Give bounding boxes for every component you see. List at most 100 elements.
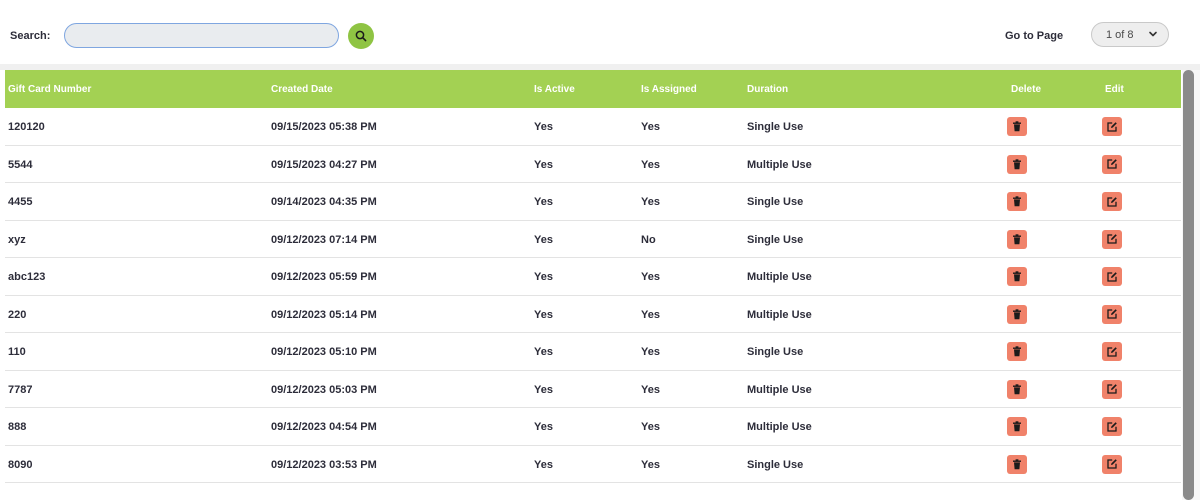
edit-button[interactable] [1102,379,1122,399]
header-gift-card-number[interactable]: Gift Card Number [8,84,91,95]
cell-is-assigned: Yes [641,121,660,133]
cell-gift-card-number: xyz [8,233,26,246]
gift-card-table: Gift Card Number Created Date Is Active … [5,70,1181,500]
edit-icon [1107,421,1117,432]
trash-icon [1013,158,1021,169]
table-row[interactable]: 110 09/12/2023 05:10 PM Yes Yes Single Use [5,333,1181,371]
edit-button[interactable] [1102,417,1122,436]
header-edit: Edit [1105,84,1124,95]
edit-icon [1107,346,1117,357]
cell-duration: Multiple Use [747,308,812,321]
search-input[interactable] [64,23,339,48]
delete-button[interactable] [1007,154,1027,174]
cell-created-date: 09/12/2023 05:59 PM [271,271,377,283]
cell-gift-card-number: 120120 [8,121,45,133]
trash-icon [1013,421,1021,432]
header-duration[interactable]: Duration [747,84,788,95]
edit-icon [1107,121,1117,132]
edit-icon [1107,384,1117,394]
cell-duration: Multiple Use [747,421,812,433]
delete-button[interactable] [1007,117,1027,136]
cell-duration: Single Use [747,458,804,471]
cell-is-assigned: Yes [641,196,660,208]
cell-duration: Single Use [747,233,804,246]
cell-gift-card-number: 5544 [8,158,33,171]
edit-icon [1107,196,1117,207]
edit-button[interactable] [1102,267,1122,286]
delete-button[interactable] [1007,417,1027,436]
cell-duration: Multiple Use [747,383,812,396]
cell-is-active: Yes [534,308,553,321]
delete-button[interactable] [1007,229,1027,249]
cell-duration: Single Use [747,121,804,133]
edit-icon [1107,159,1117,169]
cell-gift-card-number: 8090 [8,458,33,471]
edit-button[interactable] [1102,342,1122,361]
delete-button[interactable] [1007,342,1027,361]
cell-created-date: 09/15/2023 05:38 PM [271,121,377,133]
cell-is-active: Yes [534,383,553,396]
cell-duration: Multiple Use [747,158,812,171]
cell-is-active: Yes [534,158,553,171]
page-select[interactable]: 1 of 8 [1091,22,1169,47]
table-row[interactable]: 4455 09/14/2023 04:35 PM Yes Yes Single Use [5,183,1181,221]
cell-is-assigned: Yes [641,383,660,396]
table-row[interactable]: 7787 09/12/2023 05:03 PM Yes Yes Multiple Us… [5,370,1181,408]
edit-button[interactable] [1102,304,1122,324]
edit-button[interactable] [1102,229,1122,249]
edit-button[interactable] [1102,154,1122,174]
edit-icon [1107,309,1117,319]
cell-is-assigned: Yes [641,271,660,283]
delete-button[interactable] [1007,267,1027,286]
trash-icon [1013,271,1021,282]
cell-is-active: Yes [534,458,553,471]
table-row[interactable]: 888 09/12/2023 04:54 PM Yes Yes Multiple Use [5,408,1181,446]
cell-is-active: Yes [534,121,553,133]
search-button[interactable] [348,23,374,49]
header-is-active[interactable]: Is Active [534,84,575,95]
trash-icon [1013,121,1021,132]
edit-icon [1107,459,1117,469]
cell-duration: Single Use [747,346,804,358]
edit-button[interactable] [1102,117,1122,136]
cell-gift-card-number: 220 [8,308,27,321]
edit-icon [1107,234,1117,244]
cell-gift-card-number: abc123 [8,271,46,283]
header-is-assigned[interactable]: Is Assigned [641,84,697,95]
cell-is-active: Yes [534,421,553,433]
table-header: Gift Card Number Created Date Is Active … [5,70,1181,108]
trash-icon [1013,458,1021,469]
trash-icon [1013,196,1021,207]
table-body: 120120 09/15/2023 05:38 PM Yes Yes Single Us… [5,108,1181,483]
scrollbar-thumb[interactable] [1183,70,1194,500]
cell-gift-card-number: 888 [8,421,27,433]
trash-icon [1013,383,1021,394]
delete-button[interactable] [1007,304,1027,324]
cell-is-active: Yes [534,233,553,246]
table-row[interactable]: abc123 09/12/2023 05:59 PM Yes Yes Multiple … [5,258,1181,296]
search-label: Search: [10,30,51,42]
table-row[interactable]: 8090 09/12/2023 03:53 PM Yes Yes Single Use [5,445,1181,483]
delete-button[interactable] [1007,454,1027,474]
header-created-date[interactable]: Created Date [271,84,333,95]
cell-duration: Single Use [747,196,804,208]
cell-created-date: 09/15/2023 04:27 PM [271,158,377,171]
table-row[interactable]: 5544 09/15/2023 04:27 PM Yes Yes Multiple Us… [5,145,1181,183]
edit-button[interactable] [1102,192,1122,211]
edit-button[interactable] [1102,454,1122,474]
cell-created-date: 09/12/2023 07:14 PM [271,233,377,246]
cell-is-assigned: Yes [641,158,660,171]
cell-is-assigned: Yes [641,421,660,433]
table-row[interactable]: 120120 09/15/2023 05:38 PM Yes Yes Single Us… [5,108,1181,146]
cell-created-date: 09/12/2023 03:53 PM [271,458,377,471]
delete-button[interactable] [1007,379,1027,399]
table-row[interactable]: xyz 09/12/2023 07:14 PM Yes No Single Use [5,220,1181,258]
cell-is-assigned: No [641,233,656,246]
cell-is-assigned: Yes [641,458,660,471]
toolbar: Search: Go to Page 1 of 8 [0,0,1200,64]
table-row[interactable]: 220 09/12/2023 05:14 PM Yes Yes Multiple Use [5,295,1181,333]
cell-is-active: Yes [534,271,553,283]
cell-gift-card-number: 7787 [8,383,33,396]
delete-button[interactable] [1007,192,1027,211]
page-select-value: 1 of 8 [1106,28,1134,41]
